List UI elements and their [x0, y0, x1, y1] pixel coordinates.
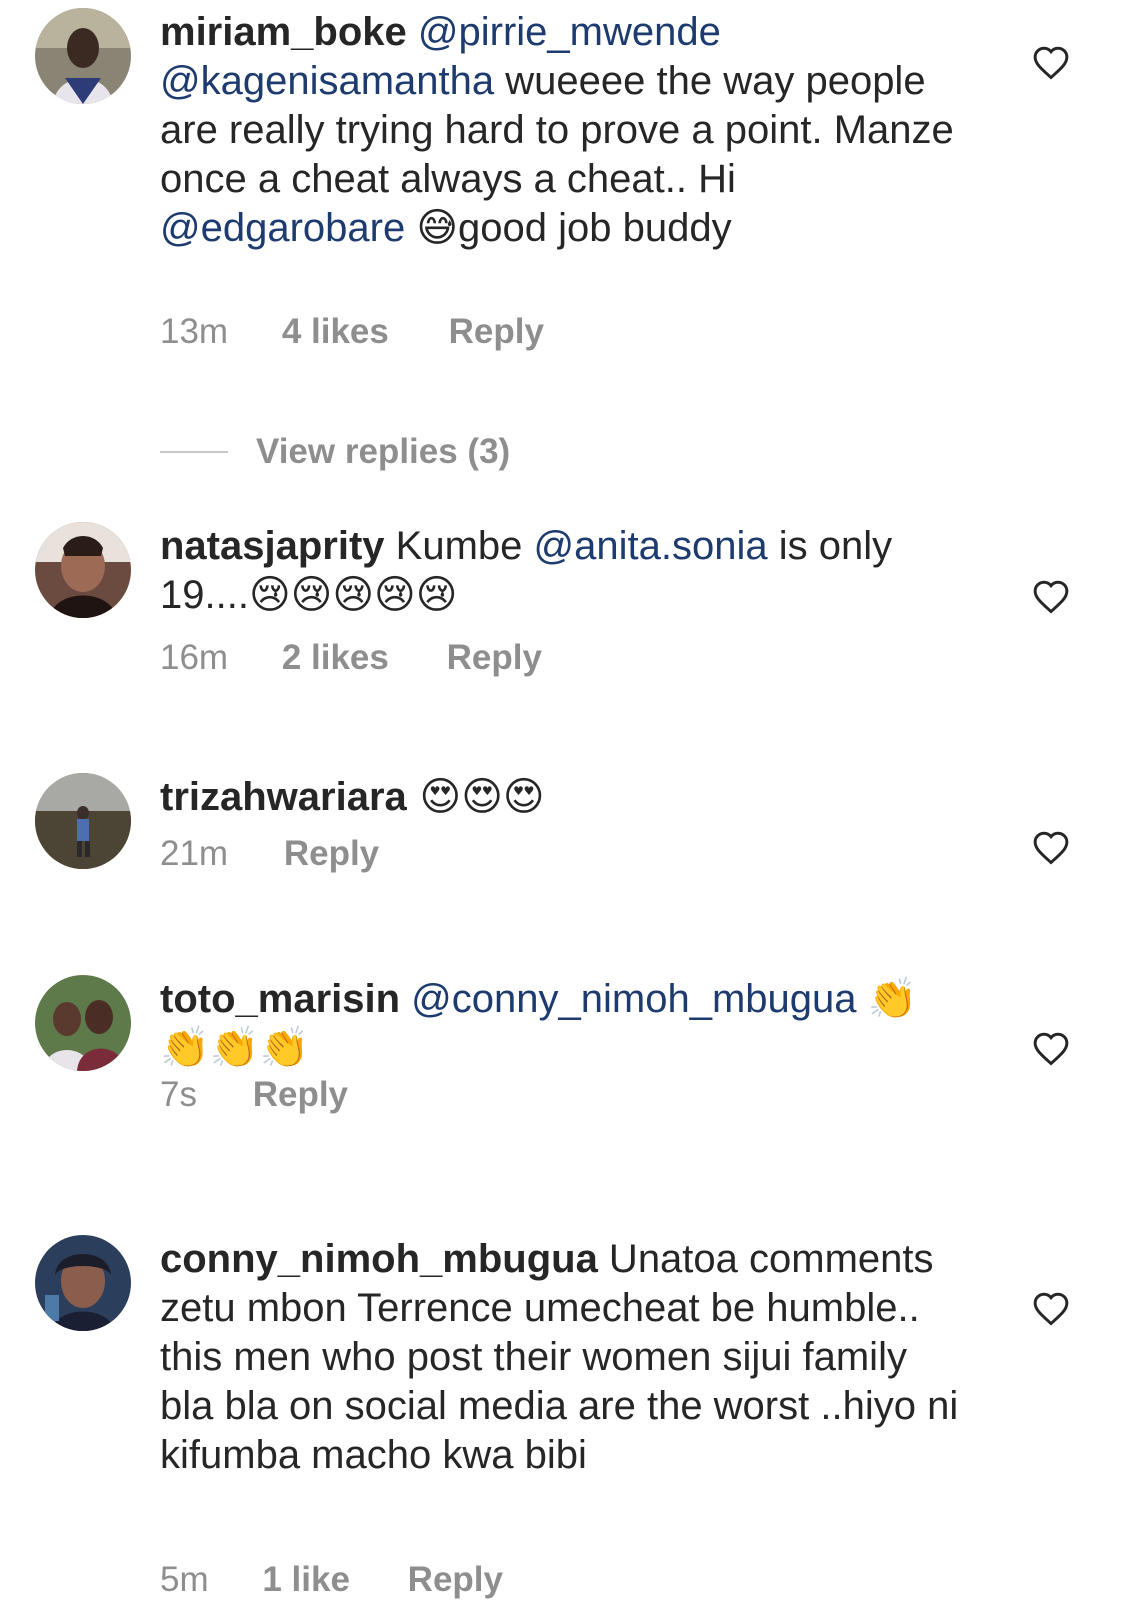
comment-mention[interactable]: @anita.sonia — [534, 524, 768, 568]
heart-eyes-emoji-icon: 😍😍😍 — [406, 774, 545, 820]
comment-mention[interactable]: @edgarobare — [160, 206, 405, 250]
comment-meta: 16m 2 likes Reply — [160, 638, 542, 678]
avatar[interactable] — [35, 8, 131, 104]
comment-mention[interactable]: @conny_nimoh_mbugua — [411, 977, 856, 1021]
comment-likes[interactable]: 2 likes — [282, 638, 389, 678]
comment-text: toto_marisin @conny_nimoh_mbugua 👏👏👏👏 — [160, 975, 960, 1073]
comment-time: 7s — [160, 1075, 197, 1114]
comment-text: natasjaprity Kumbe @anita.sonia is only … — [160, 522, 960, 620]
comment-username[interactable]: trizahwariara — [160, 775, 407, 819]
comment-text: conny_nimoh_mbugua Unatoa comments zetu … — [160, 1235, 960, 1480]
heart-outline-icon[interactable] — [1031, 44, 1071, 80]
comment-text-segment: Kumbe — [384, 524, 534, 568]
reply-button[interactable]: Reply — [447, 638, 542, 678]
comment-text: trizahwariara 😍😍😍 — [160, 773, 960, 822]
comment-likes[interactable]: 1 like — [262, 1560, 350, 1600]
comment-text: miriam_boke @pirrie_mwende @kagenisamant… — [160, 8, 960, 253]
reply-button[interactable]: Reply — [253, 1075, 348, 1115]
view-replies-divider — [160, 451, 228, 453]
sweat-smile-emoji-icon: 😅 — [416, 205, 459, 251]
avatar[interactable] — [35, 522, 131, 618]
avatar[interactable] — [35, 1235, 131, 1331]
crying-face-emoji-icon: 😢😢😢😢😢 — [248, 572, 458, 618]
comment-meta: 13m 4 likes Reply — [160, 312, 544, 352]
comment-mention[interactable]: @kagenisamantha — [160, 59, 494, 103]
comment-likes[interactable]: 4 likes — [282, 312, 389, 352]
reply-button[interactable]: Reply — [408, 1560, 503, 1600]
avatar[interactable] — [35, 975, 131, 1071]
comment-username[interactable]: miriam_boke — [160, 10, 407, 54]
comment-username[interactable]: conny_nimoh_mbugua — [160, 1237, 598, 1281]
comment-time: 21m — [160, 834, 229, 873]
comment-mention[interactable]: @pirrie_mwende — [418, 10, 721, 54]
heart-outline-icon[interactable] — [1031, 1030, 1071, 1066]
heart-outline-icon[interactable] — [1031, 1290, 1071, 1326]
heart-outline-icon[interactable] — [1031, 578, 1071, 614]
view-replies-button[interactable]: View replies (3) — [160, 432, 510, 472]
comment-meta: 21m Reply — [160, 834, 379, 874]
comment-meta: 7s Reply — [160, 1075, 348, 1115]
heart-outline-icon[interactable] — [1031, 829, 1071, 865]
comment-time: 13m — [160, 312, 229, 351]
comment-text-segment: good job buddy — [458, 206, 732, 250]
comment-text-segment — [405, 206, 416, 250]
avatar[interactable] — [35, 773, 131, 869]
comment-username[interactable]: toto_marisin — [160, 977, 400, 1021]
comment-meta: 5m 1 like Reply — [160, 1560, 503, 1600]
comment-username[interactable]: natasjaprity — [160, 524, 385, 568]
comment-time: 5m — [160, 1560, 209, 1599]
reply-button[interactable]: Reply — [449, 312, 544, 352]
comment-time: 16m — [160, 638, 229, 677]
reply-button[interactable]: Reply — [284, 834, 379, 874]
view-replies-label: View replies (3) — [256, 432, 511, 471]
